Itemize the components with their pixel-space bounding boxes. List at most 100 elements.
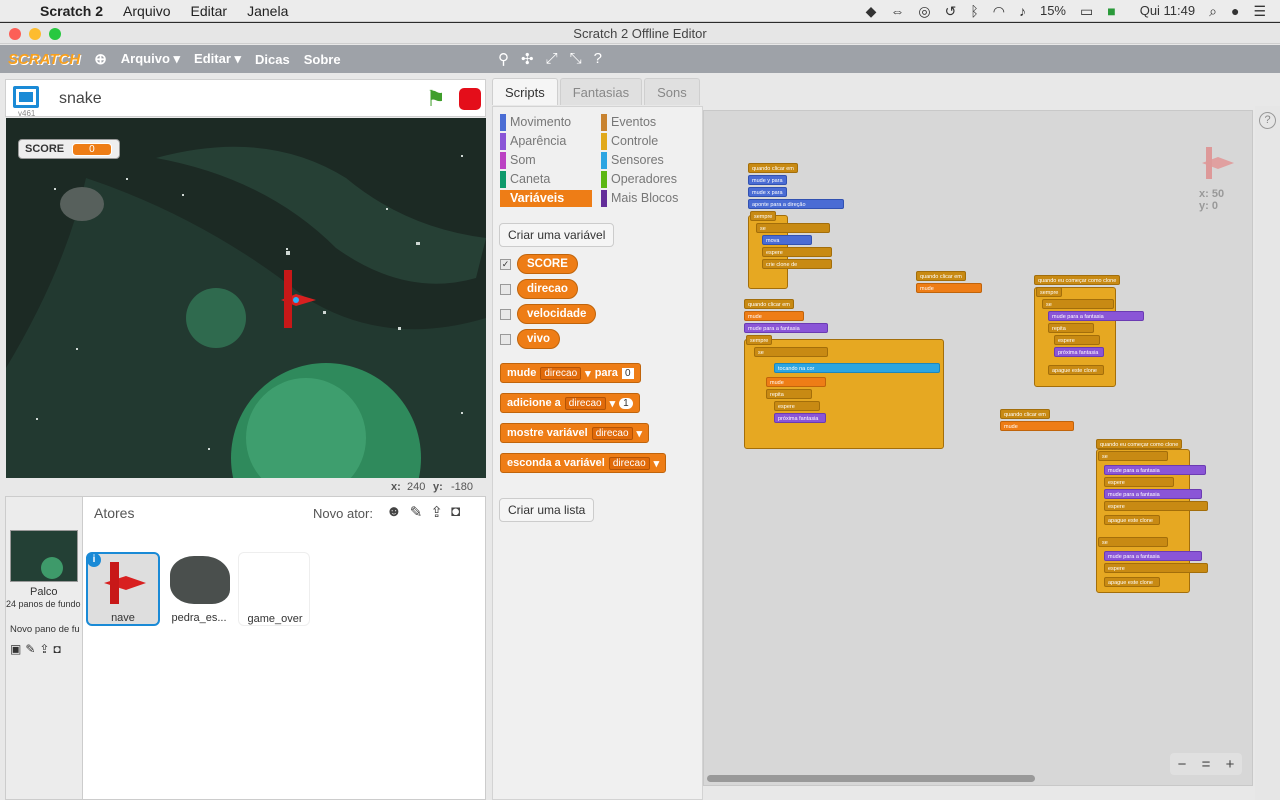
sprite-tile[interactable]: pedra_es... — [164, 552, 234, 626]
script-block[interactable]: mova — [762, 235, 812, 245]
duplicate-icon[interactable]: ⚲ — [498, 50, 509, 68]
script-block[interactable]: quando clicar em — [916, 271, 966, 281]
stage-thumbnail[interactable] — [10, 530, 78, 582]
script-block[interactable]: se — [1098, 537, 1168, 547]
flag-br-icon[interactable]: ■ — [1107, 4, 1115, 18]
script-block[interactable]: apague este clone — [1048, 365, 1104, 375]
sprite-tile[interactable]: i nave — [86, 552, 160, 626]
teamviewer-icon[interactable]: ⇔ — [890, 4, 904, 18]
var-reporter[interactable]: velocidade — [517, 304, 597, 324]
script-block[interactable]: mude para a fantasia — [1048, 311, 1144, 321]
script-block[interactable]: mude x para — [748, 187, 787, 197]
camera-sprite-icon[interactable]: ◘ — [451, 503, 460, 521]
script-block[interactable]: aponte para a direção — [748, 199, 844, 209]
fullscreen-icon[interactable] — [13, 86, 39, 108]
var-checkbox[interactable] — [500, 333, 511, 345]
tb-sobre[interactable]: Sobre — [304, 52, 341, 67]
script-block[interactable]: espere — [1104, 563, 1208, 573]
script-block[interactable]: mude para a fantasia — [1104, 489, 1202, 499]
cat-operadores[interactable]: Operadores — [601, 171, 677, 188]
script-block[interactable]: se — [1042, 299, 1114, 309]
script-block[interactable]: sempre — [746, 335, 773, 345]
sprite-library-icon[interactable]: ☻ — [386, 503, 402, 521]
cat-mais-blocos[interactable]: Mais Blocos — [601, 190, 678, 207]
create-variable-button[interactable]: Criar uma variável — [499, 223, 615, 247]
tab-scripts[interactable]: Scripts — [492, 78, 558, 105]
set-var-block[interactable]: mude direcao ▾ para 0 — [500, 363, 641, 383]
tab-sons[interactable]: Sons — [644, 78, 700, 105]
app-menu[interactable]: Scratch 2 — [40, 3, 103, 19]
score-monitor[interactable]: SCORE 0 — [18, 139, 120, 159]
script-block[interactable]: quando clicar em — [744, 299, 794, 309]
script-block[interactable]: apague este clone — [1104, 515, 1160, 525]
timemachine-icon[interactable]: ↺ — [945, 4, 957, 18]
var-reporter[interactable]: direcao — [517, 279, 578, 299]
globe-icon[interactable]: ⊕ — [94, 50, 107, 68]
script-block[interactable]: sempre — [1036, 287, 1063, 297]
maximize-icon[interactable] — [49, 28, 61, 40]
help-icon[interactable]: ? — [594, 50, 602, 68]
clock[interactable]: Qui 11:49 — [1140, 3, 1195, 18]
camera-backdrop-icon[interactable]: ◘ — [53, 642, 60, 656]
help-circle-icon[interactable]: ? — [1259, 112, 1276, 129]
grow-icon[interactable]: ⤢ — [546, 50, 558, 68]
steam-icon[interactable]: ◎ — [918, 4, 930, 18]
script-block[interactable]: espere — [1104, 501, 1208, 511]
zoom-out-icon[interactable]: − — [1178, 756, 1187, 773]
script-block[interactable]: crie clone de — [762, 259, 832, 269]
script-block[interactable]: espere — [1104, 477, 1174, 487]
show-var-block[interactable]: mostre variável direcao ▾ — [500, 423, 650, 443]
horizontal-scrollbar[interactable] — [707, 775, 1035, 782]
var-checkbox[interactable]: ✓ — [500, 258, 511, 270]
cat-controle[interactable]: Controle — [601, 133, 658, 150]
script-block[interactable]: repita — [1048, 323, 1094, 333]
var-reporter[interactable]: vivo — [517, 329, 561, 349]
hide-var-block[interactable]: esconda a variável direcao ▾ — [500, 453, 667, 473]
script-block[interactable]: quando clicar em — [1000, 409, 1050, 419]
script-block[interactable]: mude — [766, 377, 826, 387]
siri-icon[interactable]: ● — [1231, 4, 1239, 18]
script-area[interactable]: x: 50 y: 0 quando clicar em mude y para … — [703, 110, 1253, 786]
project-name[interactable]: snake — [59, 90, 102, 108]
menu-janela[interactable]: Janela — [247, 3, 288, 19]
script-block[interactable]: repita — [766, 389, 812, 399]
menu-editar[interactable]: Editar — [191, 3, 228, 19]
script-block[interactable]: mude — [916, 283, 982, 293]
tab-fantasias[interactable]: Fantasias — [559, 78, 643, 105]
cat-aparencia[interactable]: Aparência — [500, 133, 566, 150]
stage[interactable]: SCORE 0 — [6, 118, 486, 478]
cat-movimento[interactable]: Movimento — [500, 114, 571, 131]
volume-icon[interactable]: ♪ — [1019, 4, 1026, 18]
script-block[interactable]: se — [756, 223, 830, 233]
script-block[interactable]: mude — [1000, 421, 1074, 431]
script-block[interactable]: quando eu começar como clone — [1096, 439, 1183, 449]
tb-arquivo[interactable]: Arquivo ▾ — [121, 51, 180, 67]
zoom-in-icon[interactable]: + — [1226, 756, 1235, 773]
shrink-icon[interactable]: ⤡ — [570, 50, 582, 68]
battery-icon[interactable]: ▭ — [1080, 4, 1093, 18]
script-block[interactable]: sempre — [750, 211, 777, 221]
var-checkbox[interactable] — [500, 308, 511, 320]
cat-eventos[interactable]: Eventos — [601, 114, 656, 131]
script-block[interactable]: tocando na cor — [774, 363, 940, 373]
minimize-icon[interactable] — [29, 28, 41, 40]
var-checkbox[interactable] — [500, 283, 511, 295]
script-block[interactable]: se — [754, 347, 828, 357]
upload-sprite-icon[interactable]: ⇪ — [430, 503, 443, 521]
sprite-tile[interactable]: game_over — [238, 552, 310, 626]
script-block[interactable]: apague este clone — [1104, 577, 1160, 587]
script-block[interactable]: mude — [744, 311, 804, 321]
script-block[interactable]: mude para a fantasia — [744, 323, 828, 333]
script-block[interactable]: próxima fantasia — [1054, 347, 1104, 357]
script-block[interactable]: espere — [1054, 335, 1100, 345]
tb-dicas[interactable]: Dicas — [255, 52, 290, 67]
wifi-icon[interactable]: ◠ — [993, 4, 1005, 18]
close-icon[interactable] — [9, 28, 21, 40]
change-var-block[interactable]: adicione a direcao ▾ 1 — [500, 393, 640, 413]
notification-center-icon[interactable]: ☰ — [1253, 4, 1266, 18]
tb-editar[interactable]: Editar ▾ — [194, 51, 241, 67]
upload-backdrop-icon[interactable]: ⇪ — [39, 642, 49, 656]
cat-som[interactable]: Som — [500, 152, 536, 169]
cat-caneta[interactable]: Caneta — [500, 171, 550, 188]
script-block[interactable]: mude y para — [748, 175, 787, 185]
